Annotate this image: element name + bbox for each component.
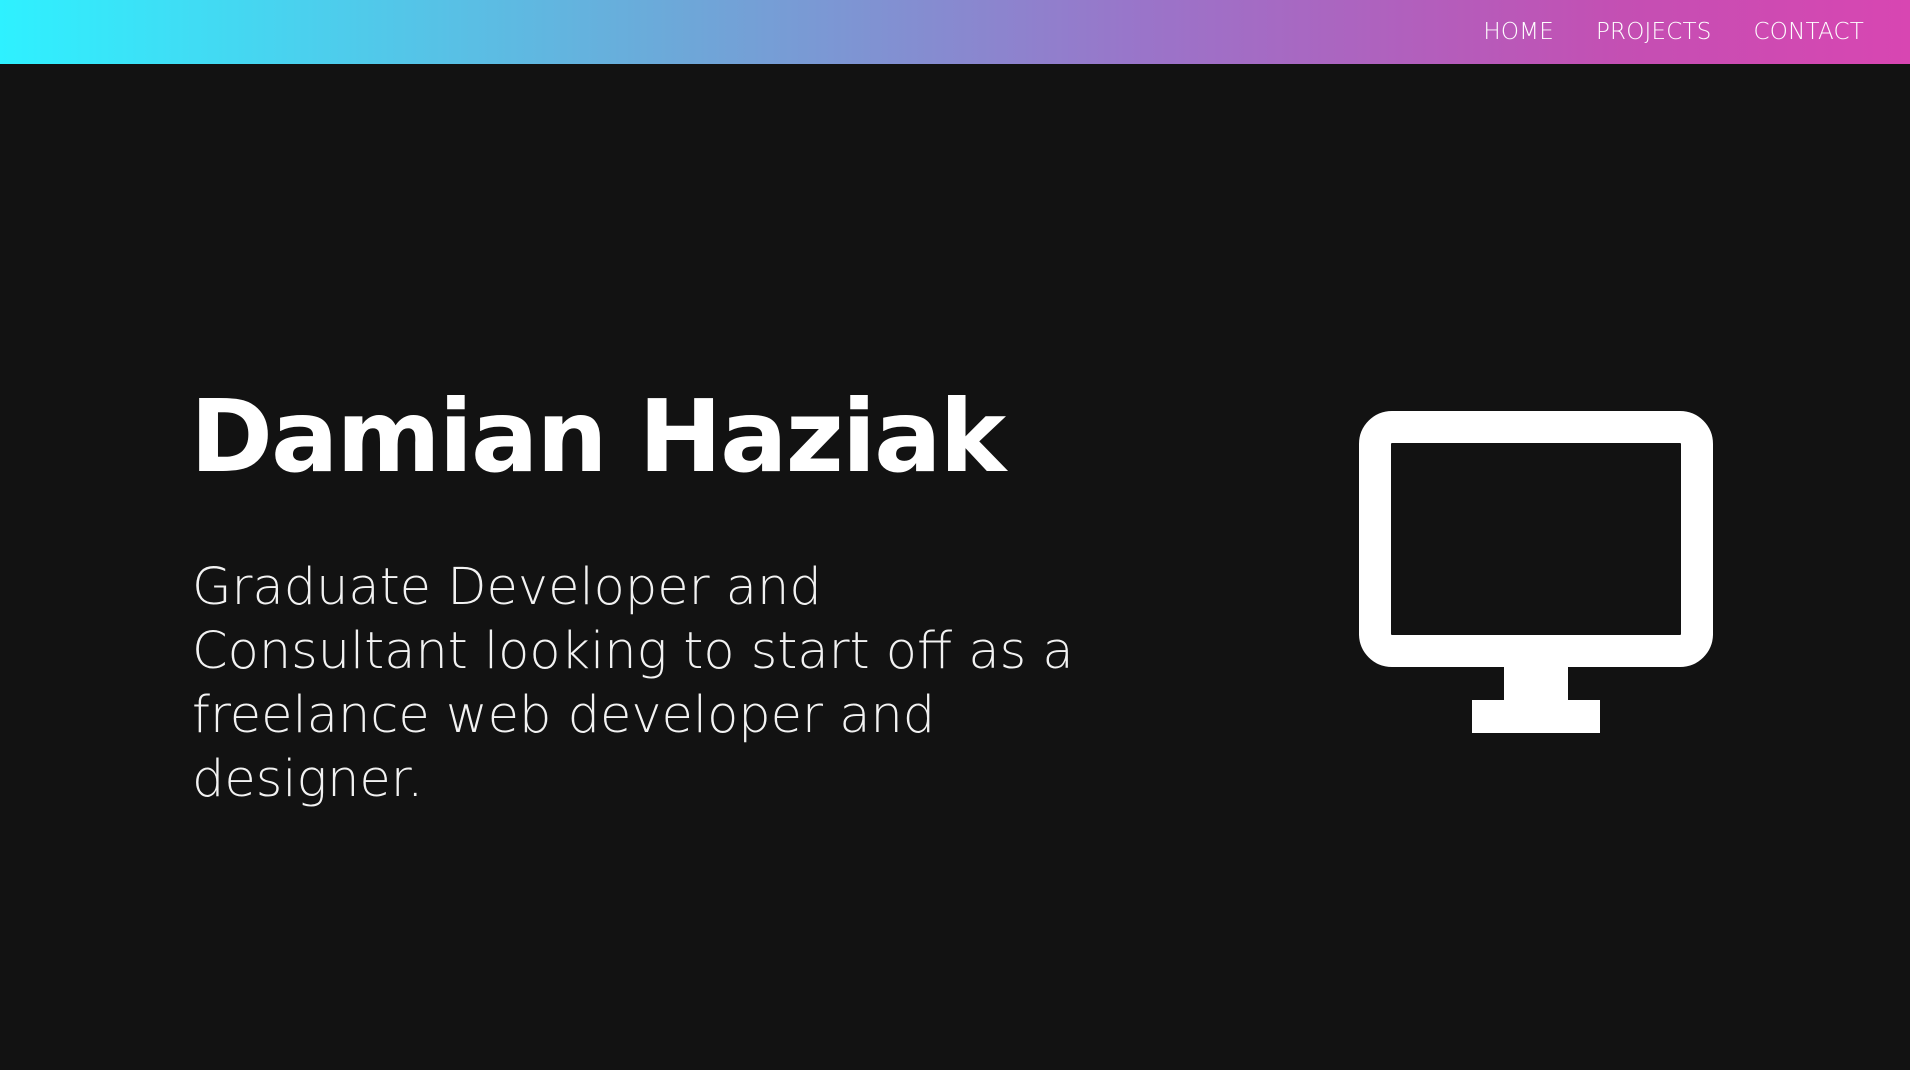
hero-title: Damian Haziak <box>190 378 1006 495</box>
top-navigation-bar: HOME PROJECTS CONTACT <box>0 0 1910 64</box>
nav-link-home[interactable]: HOME <box>1483 19 1554 45</box>
monitor-icon <box>1359 411 1713 733</box>
hero-subtitle: Graduate Developer and Consultant lookin… <box>192 558 1074 809</box>
nav-link-projects[interactable]: PROJECTS <box>1596 19 1712 45</box>
nav-links: HOME PROJECTS CONTACT <box>1483 0 1864 64</box>
nav-link-contact[interactable]: CONTACT <box>1754 19 1864 45</box>
